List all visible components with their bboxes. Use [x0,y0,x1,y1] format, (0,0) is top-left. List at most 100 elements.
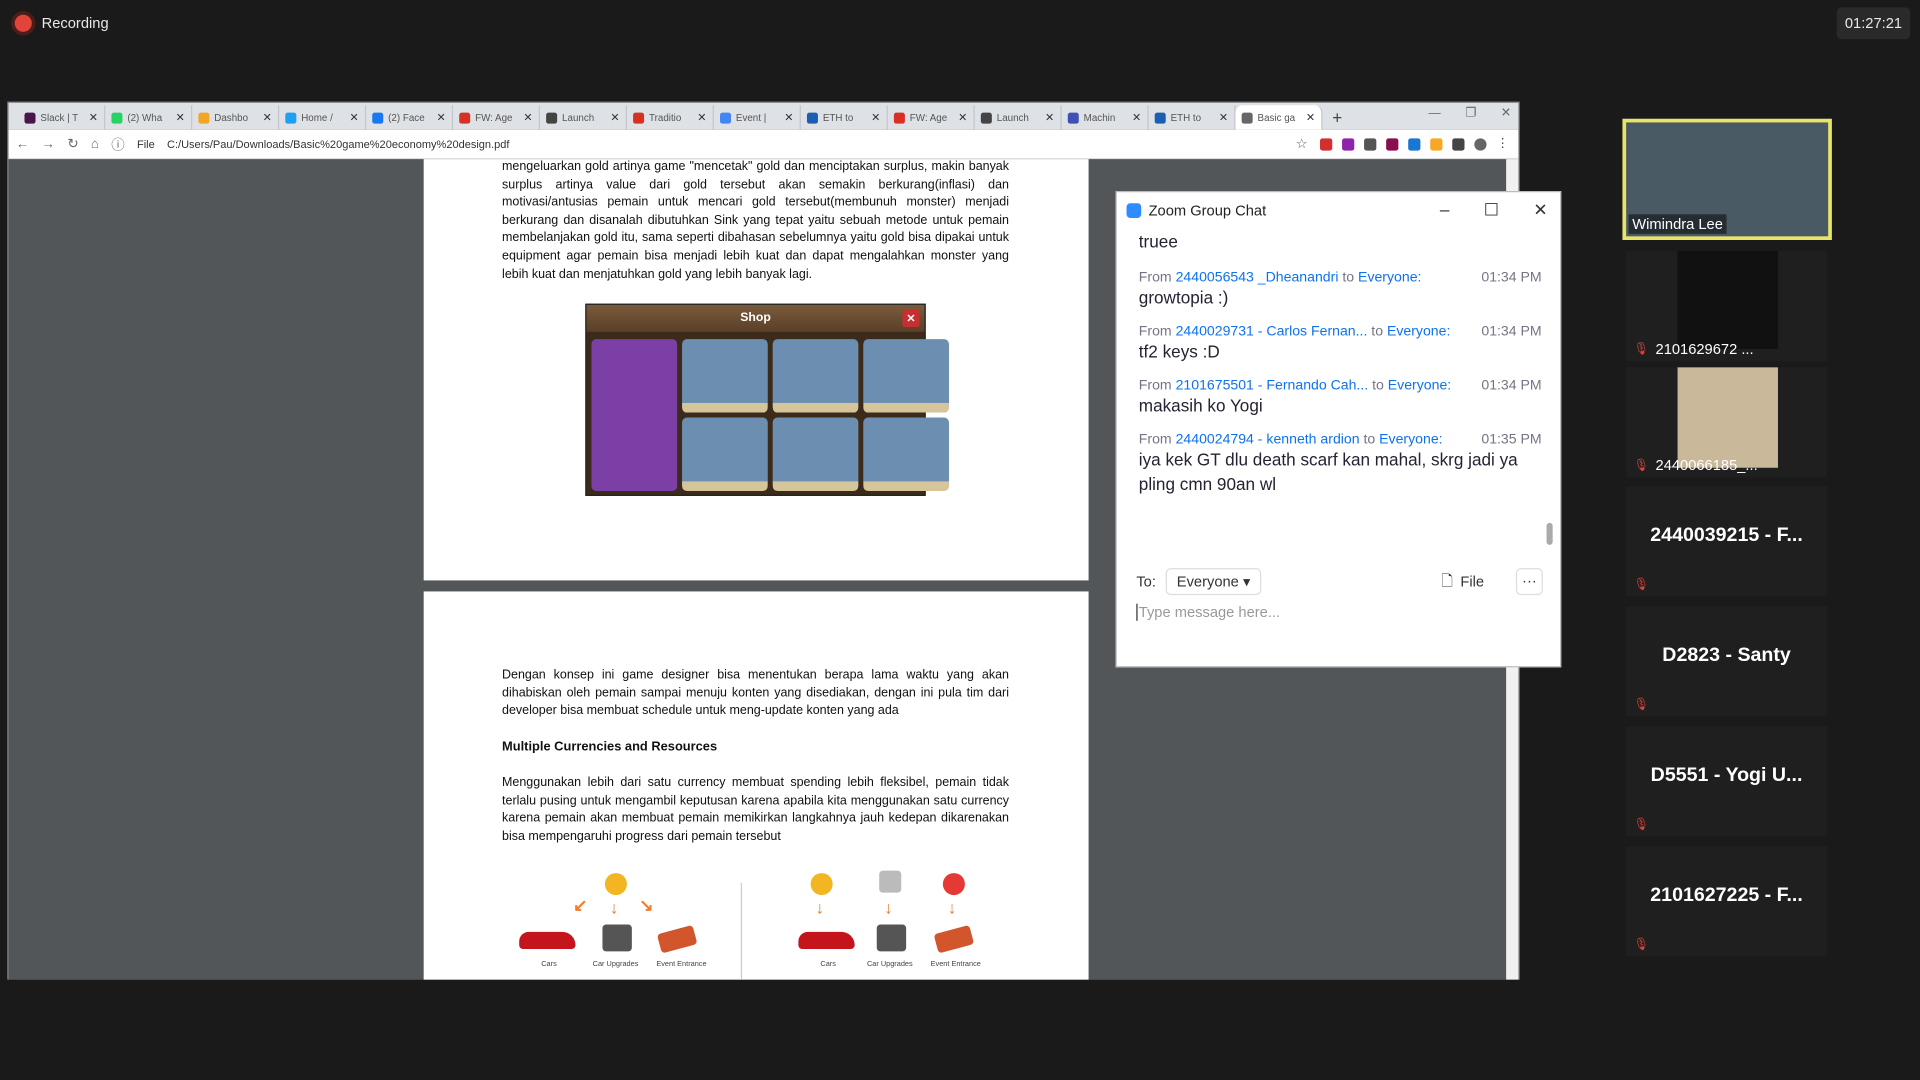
extension-icon[interactable] [1364,137,1377,151]
participant-video-wimindra[interactable]: Wimindra Lee [1622,118,1832,241]
sender-name[interactable]: 2440024794 - kenneth ardion [1176,432,1360,447]
tab-close-icon[interactable]: ✕ [436,111,445,124]
screen: Recording 01:27:21 Slack | T ✕ (2) Wha ✕ Das… [0,0,1920,1080]
close-icon[interactable]: ✕ [1533,200,1547,221]
maximize-icon[interactable]: ☐ [1484,200,1499,221]
sender-name[interactable]: 2101675501 - Fernando Cah... [1176,378,1369,393]
engine-icon [876,924,907,952]
tab-close-icon[interactable]: ✕ [784,111,793,124]
tab-title: Machin [1083,112,1116,124]
tab-title: (2) Wha [127,112,163,124]
engine-icon [602,924,632,952]
tab-close-icon[interactable]: ✕ [176,111,185,124]
reload-icon[interactable]: ↻ [67,136,78,152]
extension-icon[interactable] [1430,137,1443,151]
participant-tile[interactable]: D2823 - Santy 🎙 [1626,606,1827,717]
participant-tile[interactable]: 🎙 2101629672 ... [1626,251,1827,362]
recipient-select[interactable]: Everyone ▾ [1165,568,1262,596]
close-icon[interactable]: ✕ [1501,107,1511,120]
recording-indicator[interactable]: Recording [14,14,109,32]
browser-tab[interactable]: Basic ga ✕ [1235,105,1323,130]
forward-icon[interactable]: → [42,137,55,152]
menu-icon[interactable]: ⋮ [1496,137,1509,151]
tab-favicon-icon [1154,112,1166,124]
puzzle-icon[interactable] [1452,137,1465,151]
browser-tab[interactable]: Traditio ✕ [627,105,714,130]
browser-tab[interactable]: (2) Face ✕ [366,105,454,130]
tab-close-icon[interactable]: ✕ [350,111,359,124]
tab-close-icon[interactable]: ✕ [523,111,532,124]
browser-tab[interactable]: Event | ✕ [714,105,801,130]
tab-favicon-icon [893,112,905,124]
participant-tile[interactable]: 2440039215 - F... 🎙 [1626,486,1827,597]
chevron-down-icon: ▾ [1242,573,1251,591]
muted-mic-icon: 🎙 [1633,459,1650,473]
muted-mic-icon: 🎙 [1633,817,1650,832]
tab-close-icon[interactable]: ✕ [1132,111,1141,124]
tab-close-icon[interactable]: ✕ [958,111,967,124]
chat-message: From 2440029731 - Carlos Fernan... to Ev… [1139,324,1542,363]
chat-message: From 2440024794 - kenneth ardion to Ever… [1139,432,1542,496]
minimize-icon[interactable]: — [1429,107,1441,120]
minimize-icon[interactable]: – [1440,200,1450,221]
message-list[interactable]: truee From 2440056543 _Dheanandri to Eve… [1138,229,1542,511]
tab-close-icon[interactable]: ✕ [1219,111,1228,124]
home-icon[interactable]: ⌂ [91,137,99,152]
back-icon[interactable]: ← [16,137,29,152]
participant-name: Wimindra Lee [1628,214,1727,234]
browser-tab[interactable]: ETH to ✕ [801,105,888,130]
tab-favicon-icon [24,112,36,124]
tab-close-icon[interactable]: ✕ [89,111,98,124]
restore-icon[interactable]: ❐ [1465,107,1476,120]
tab-close-icon[interactable]: ✕ [610,111,619,124]
participant-tile[interactable]: 🎙 2440066185_... [1626,367,1827,478]
message-input[interactable]: Type message here... [1136,603,1280,621]
new-tab-button[interactable]: + [1322,105,1352,129]
tab-title: Slack | T [40,112,79,124]
message-time: 01:34 PM [1481,270,1542,286]
chat-scrollbar[interactable] [1546,522,1553,545]
bookmark-star-icon[interactable]: ☆ [1296,136,1308,152]
window-controls: — ❐ ✕ [1429,107,1511,120]
adblock-icon[interactable] [1320,137,1333,151]
browser-tab[interactable]: FW: Age ✕ [453,105,541,130]
browser-tab[interactable]: ETH to ✕ [1149,105,1236,130]
browser-tab[interactable]: (2) Wha ✕ [105,105,193,130]
browser-tab[interactable]: Home / ✕ [279,105,367,130]
participant-tile[interactable]: D5551 - Yogi U... 🎙 [1626,726,1827,837]
tab-close-icon[interactable]: ✕ [263,111,272,124]
sender-name[interactable]: 2440056543 _Dheanandri [1176,271,1339,286]
tab-close-icon[interactable]: ✕ [1306,111,1315,124]
sender-name[interactable]: 2440029731 - Carlos Fernan... [1176,324,1368,339]
coin-icon [604,873,627,896]
tab-title: FW: Age [475,112,513,124]
browser-tab[interactable]: Launch ✕ [975,105,1062,130]
url-field[interactable]: C:/Users/Pau/Downloads/Basic%20game%20ec… [167,138,1283,150]
browser-tab[interactable]: FW: Age ✕ [888,105,975,130]
recipient-name: Everyone: [1387,378,1452,394]
message-time: 01:34 PM [1481,324,1542,340]
message-header: From 2101675501 - Fernando Cah... to Eve… [1138,378,1542,394]
participant-name: 2440066185_... [1655,456,1758,474]
participant-avatar [1677,367,1778,468]
more-options-button[interactable]: ··· [1515,568,1543,596]
file-button[interactable]: 🗋 File [1441,569,1484,595]
url-scheme: File [136,137,155,151]
extension-icon[interactable] [1408,137,1421,151]
tab-title: Dashbo [214,112,249,124]
tab-close-icon[interactable]: ✕ [697,111,706,124]
tab-close-icon[interactable]: ✕ [871,111,880,124]
participant-tile[interactable]: 2101627225 - F... 🎙 [1626,846,1827,957]
extension-icon[interactable] [1386,137,1399,151]
tab-close-icon[interactable]: ✕ [1045,111,1054,124]
browser-tab[interactable]: Slack | T ✕ [18,105,106,130]
currency-diagram-single: ↙ ↓ ↘ Cars Car Upgrades Event Entrance [517,871,725,980]
browser-tab[interactable]: Dashbo ✕ [192,105,280,130]
browser-tab[interactable]: Launch ✕ [540,105,627,130]
zoom-group-chat: Zoom Group Chat – ☐ ✕ truee From 2440056… [1115,191,1562,668]
tab-title: Home / [301,112,333,124]
browser-tab[interactable]: Machin ✕ [1062,105,1149,130]
extension-icon[interactable] [1342,137,1355,151]
profile-avatar[interactable] [1474,137,1487,151]
meeting-timer: 01:27:21 [1836,7,1911,40]
